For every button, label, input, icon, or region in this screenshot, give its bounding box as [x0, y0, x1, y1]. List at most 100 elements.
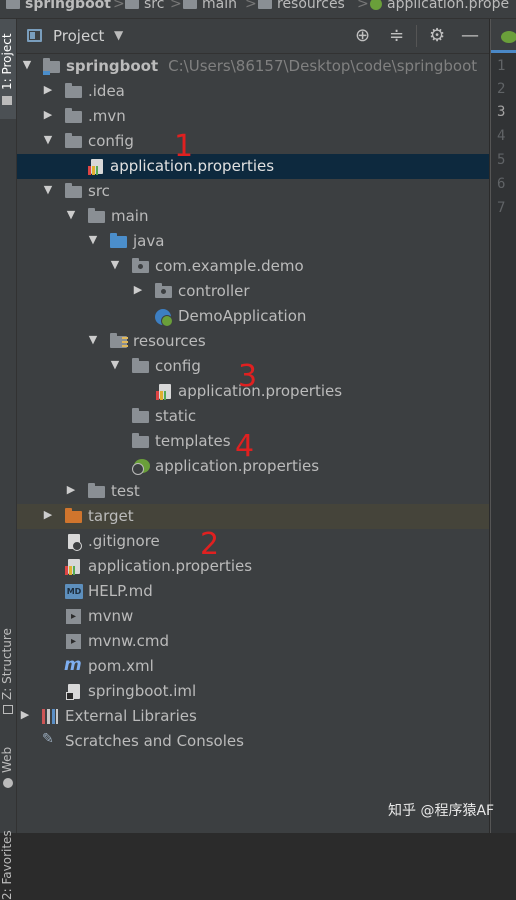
- markdown-file-icon: MD: [65, 584, 83, 599]
- editor-tab[interactable]: [491, 19, 516, 54]
- folder-icon: [132, 358, 149, 373]
- maven-icon: m: [64, 655, 82, 675]
- tree-node-label: static: [155, 407, 197, 425]
- tree-node-label: controller: [178, 282, 250, 300]
- tree-node-target[interactable]: ▶ target: [17, 504, 489, 529]
- tree-node-label: HELP.md: [88, 582, 153, 600]
- tree-node-external-libraries[interactable]: ▶ External Libraries: [17, 704, 489, 729]
- tree-node-scratches[interactable]: ✎ Scratches and Consoles: [17, 729, 489, 754]
- tree-node-test[interactable]: ▶ test: [17, 479, 489, 504]
- spring-properties-icon: [132, 459, 150, 475]
- tree-node-gitignore[interactable]: .gitignore: [17, 529, 489, 554]
- tree-node-label: config: [155, 357, 201, 375]
- tree-node-label: config: [88, 132, 134, 150]
- tab-favorites[interactable]: 2: Favorites: [0, 830, 14, 900]
- spring-file-icon: [501, 31, 516, 43]
- project-tab-icon: [2, 96, 12, 105]
- tree-node-label: application.properties: [178, 382, 343, 400]
- tree-node-springboot[interactable]: ▼ springboot C:\Users\86157\Desktop\code\…: [17, 54, 489, 79]
- line-number-current: 3: [497, 104, 506, 120]
- web-tab-icon: [3, 778, 13, 788]
- tree-node-mvnw-cmd[interactable]: ▸ mvnw.cmd: [17, 629, 489, 654]
- tab-project[interactable]: 1: Project: [0, 33, 14, 90]
- toolbar-divider: [416, 25, 417, 47]
- folder-icon: [6, 0, 20, 9]
- line-number: 6: [497, 176, 506, 192]
- tree-node-label: .mvn: [88, 107, 126, 125]
- collapse-all-icon[interactable]: ≑: [389, 25, 404, 46]
- chevron-down-icon[interactable]: ▼: [21, 58, 33, 71]
- breadcrumb-separator: >: [245, 0, 257, 12]
- source-folder-icon: [110, 233, 127, 248]
- tree-node-mvn[interactable]: ▶ .mvn: [17, 104, 489, 129]
- breadcrumb-separator: >: [113, 0, 125, 12]
- line-number: 5: [497, 152, 506, 168]
- folder-icon: [88, 483, 105, 498]
- tree-node-idea[interactable]: ▶ .idea: [17, 79, 489, 104]
- tree-node-demo-application[interactable]: DemoApplication: [17, 304, 489, 329]
- folder-icon: [132, 408, 149, 423]
- chevron-right-icon[interactable]: ▶: [19, 708, 31, 721]
- line-number: 1: [497, 58, 506, 74]
- folder-icon: [88, 208, 105, 223]
- tree-node-main[interactable]: ▼ main: [17, 204, 489, 229]
- tree-node-controller[interactable]: ▶ controller: [17, 279, 489, 304]
- properties-file-icon: [65, 559, 80, 575]
- chevron-down-icon[interactable]: ▼: [42, 183, 54, 196]
- tree-node-pom-xml[interactable]: m pom.xml: [17, 654, 489, 679]
- shell-script-icon: ▸: [66, 609, 81, 624]
- breadcrumb-item-springboot[interactable]: springboot: [6, 0, 111, 14]
- view-mode-dropdown-icon[interactable]: ▼: [114, 28, 123, 42]
- properties-file-icon: [156, 384, 171, 400]
- tree-node-label: DemoApplication: [178, 307, 307, 325]
- chevron-down-icon[interactable]: ▼: [109, 358, 121, 371]
- tree-node-help-md[interactable]: MD HELP.md: [17, 579, 489, 604]
- gear-icon[interactable]: ⚙: [429, 25, 445, 46]
- tree-node-java[interactable]: ▼ java: [17, 229, 489, 254]
- breadcrumb-item-resources[interactable]: resources: [258, 0, 345, 14]
- chevron-down-icon[interactable]: ▼: [42, 133, 54, 146]
- tree-node-config[interactable]: ▼ config: [17, 129, 489, 154]
- folder-icon: [65, 183, 82, 198]
- tree-node-springboot-iml[interactable]: springboot.iml: [17, 679, 489, 704]
- tree-node-label: Scratches and Consoles: [65, 732, 244, 750]
- tree-node-label: resources: [133, 332, 206, 350]
- tree-node-label: templates: [155, 432, 231, 450]
- navigation-breadcrumb: springboot > src > main > resources > ap…: [0, 0, 516, 19]
- folder-icon: [258, 0, 272, 9]
- folder-icon: [65, 108, 82, 123]
- locate-file-icon[interactable]: ⊕: [355, 25, 370, 46]
- tree-node-label: mvnw: [88, 607, 134, 625]
- chevron-right-icon[interactable]: ▶: [42, 108, 54, 121]
- chevron-right-icon[interactable]: ▶: [42, 83, 54, 96]
- chevron-right-icon[interactable]: ▶: [132, 283, 144, 296]
- chevron-down-icon[interactable]: ▼: [87, 233, 99, 246]
- spring-class-icon: [155, 309, 173, 327]
- tree-node-mvnw[interactable]: ▸ mvnw: [17, 604, 489, 629]
- chevron-right-icon[interactable]: ▶: [65, 483, 77, 496]
- breadcrumb-item-main[interactable]: main: [183, 0, 237, 14]
- minimize-icon[interactable]: —: [461, 25, 479, 46]
- spring-file-icon: [370, 0, 382, 10]
- active-tab-indicator: [491, 50, 516, 53]
- folder-icon: [132, 433, 149, 448]
- ignore-file-icon: [68, 534, 82, 551]
- tree-node-config-application-properties[interactable]: application.properties: [17, 154, 489, 179]
- breadcrumb-item-file[interactable]: application.prope: [370, 0, 509, 14]
- chevron-down-icon[interactable]: ▼: [87, 333, 99, 346]
- tab-structure[interactable]: Z: Structure: [0, 628, 14, 700]
- chevron-down-icon[interactable]: ▼: [65, 208, 77, 221]
- tree-node-label: test: [111, 482, 140, 500]
- panel-title[interactable]: Project: [53, 27, 104, 45]
- structure-tab-icon: [3, 705, 13, 714]
- chevron-down-icon[interactable]: ▼: [109, 258, 121, 271]
- tree-node-resources[interactable]: ▼ resources: [17, 329, 489, 354]
- tree-node-static[interactable]: static: [17, 404, 489, 429]
- tab-web[interactable]: Web: [0, 747, 14, 773]
- tree-node-label: application.properties: [88, 557, 253, 575]
- tree-node-root-application-properties[interactable]: application.properties: [17, 554, 489, 579]
- breadcrumb-item-src[interactable]: src: [125, 0, 164, 14]
- chevron-right-icon[interactable]: ▶: [42, 508, 54, 521]
- tree-node-src[interactable]: ▼ src: [17, 179, 489, 204]
- tree-node-package[interactable]: ▼ com.example.demo: [17, 254, 489, 279]
